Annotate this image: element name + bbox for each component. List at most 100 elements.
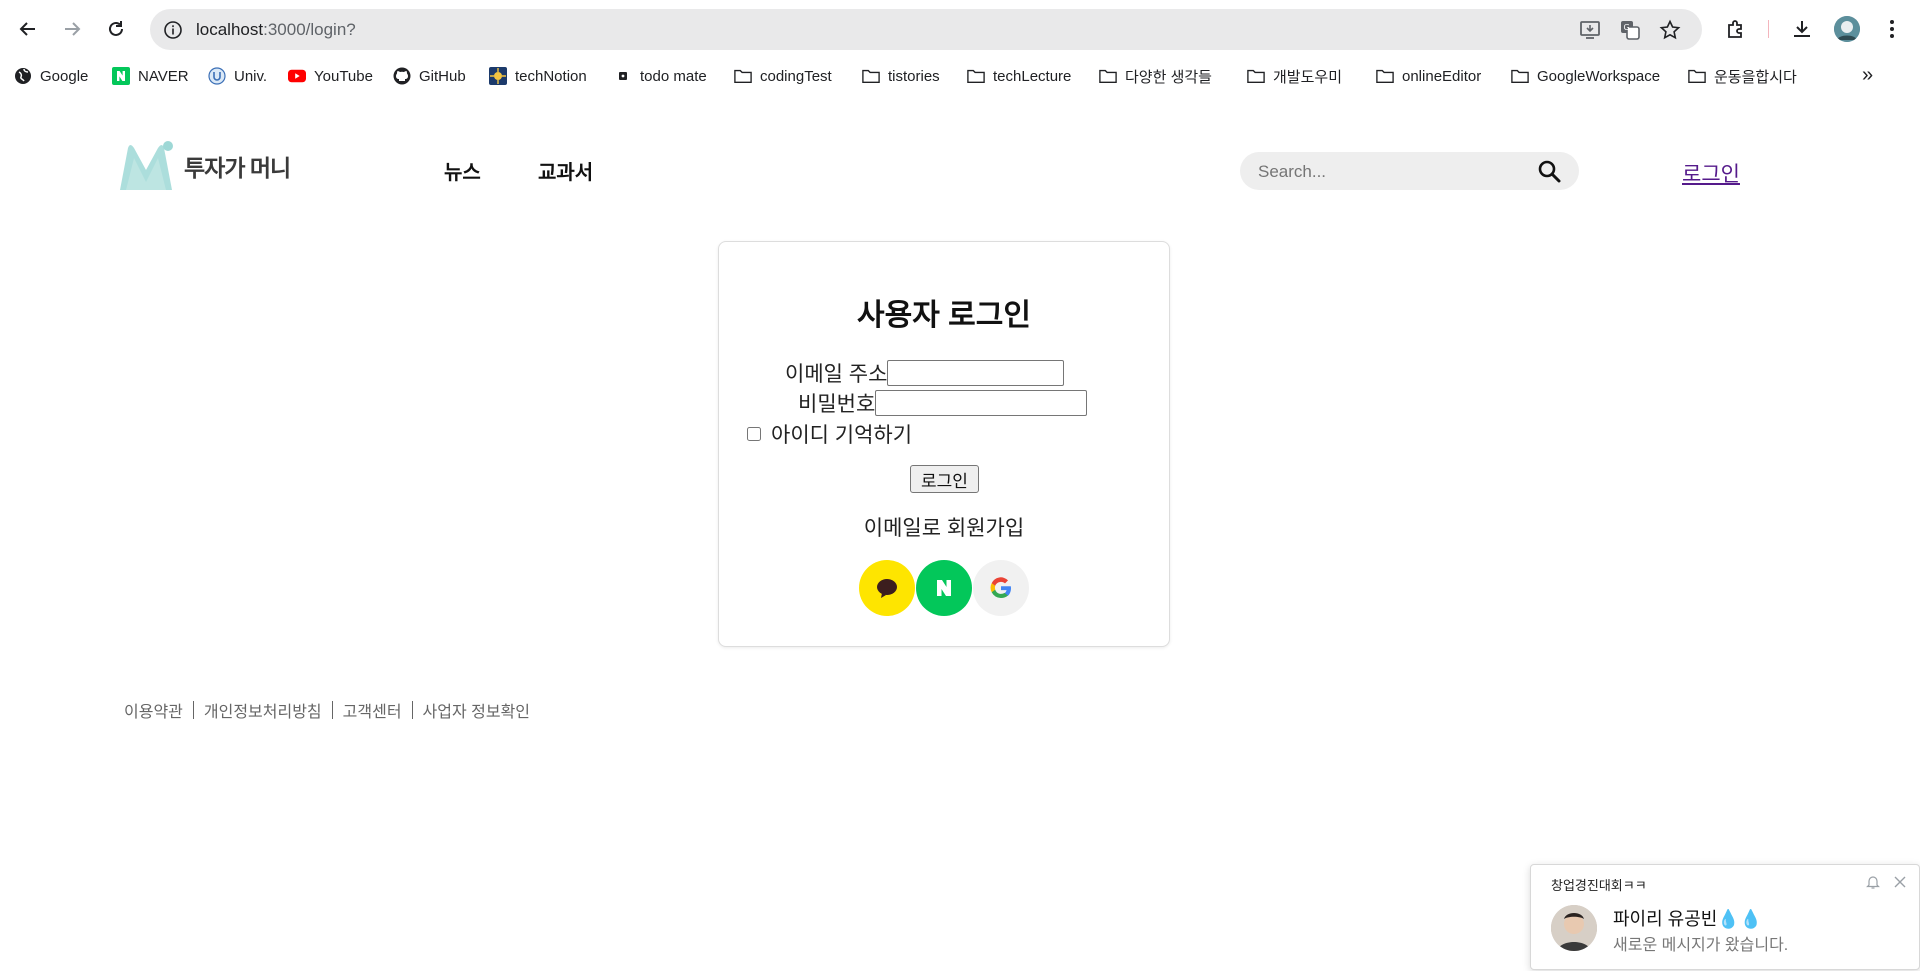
notification-title: 파이리 유공빈💧💧 — [1613, 909, 1763, 929]
reload-button[interactable] — [102, 15, 130, 43]
notification-body: 새로운 메시지가 왔습니다. — [1613, 937, 1789, 954]
bookmarks-overflow-button[interactable]: » — [1862, 64, 1873, 87]
bookmark-label: Google — [40, 67, 89, 85]
bookmark-label: codingTest — [760, 67, 832, 85]
google-g-icon — [990, 577, 1011, 599]
google-login-button[interactable] — [973, 560, 1029, 616]
folder-icon — [862, 67, 880, 85]
bookmark-naver[interactable]: NAVER — [112, 62, 189, 90]
bookmark-github[interactable]: GitHub — [393, 62, 466, 90]
google-globe-icon — [14, 67, 32, 85]
extensions-button[interactable] — [1722, 15, 1750, 43]
nav-textbook[interactable]: 교과서 — [538, 156, 593, 185]
bookmark-folder-devhelper[interactable]: 개발도우미 — [1247, 62, 1342, 90]
browser-toolbar: localhost:3000/login? G — [0, 0, 1920, 58]
bookmark-label: techNotion — [515, 67, 587, 85]
bookmark-todomate[interactable]: todo mate — [614, 62, 707, 90]
browser-menu-button[interactable] — [1878, 15, 1906, 43]
bookmark-label: onlineEditor — [1402, 67, 1482, 85]
header-login-link[interactable]: 로그인 — [1682, 158, 1740, 188]
arrow-right-icon — [65, 22, 81, 36]
bookmark-univ[interactable]: Univ. — [208, 62, 267, 90]
bookmark-folder-googleworkspace[interactable]: GoogleWorkspace — [1511, 62, 1660, 90]
remember-row: 아이디 기억하기 — [747, 419, 912, 449]
todomate-icon — [614, 67, 632, 85]
bookmark-label: todo mate — [640, 67, 707, 85]
bookmarks-bar: Google NAVER Univ. YouTube GitHub techNo… — [0, 62, 1920, 92]
bookmark-folder-tistories[interactable]: tistories — [862, 62, 940, 90]
bookmark-label: Univ. — [234, 67, 268, 85]
bookmark-label: GoogleWorkspace — [1537, 67, 1661, 85]
remember-label: 아이디 기억하기 — [771, 424, 913, 447]
password-label: 비밀번호 — [798, 393, 876, 416]
url-host: localhost — [196, 20, 264, 39]
search-input[interactable] — [1256, 160, 1540, 184]
bookmark-google[interactable]: Google — [14, 62, 88, 90]
folder-icon — [734, 67, 752, 85]
site-info-icon[interactable] — [162, 19, 184, 41]
forward-button[interactable] — [58, 15, 86, 43]
bell-icon[interactable] — [1865, 874, 1881, 890]
profile-avatar[interactable] — [1834, 16, 1860, 42]
site-logo[interactable]: 투자가 머니 — [118, 140, 291, 192]
bookmark-technotion[interactable]: techNotion — [489, 62, 587, 90]
search-icon[interactable] — [1536, 158, 1562, 184]
email-field[interactable] — [887, 360, 1065, 386]
toolbar-divider — [1768, 20, 1769, 38]
bookmark-folder-codingtest[interactable]: codingTest — [734, 62, 832, 90]
naver-n-icon — [937, 580, 951, 596]
close-icon[interactable] — [1891, 873, 1909, 891]
bookmark-label: GitHub — [419, 67, 466, 85]
folder-icon — [1688, 67, 1706, 85]
page-title: 사용자 로그인 — [857, 299, 1031, 332]
footer-terms-link[interactable]: 이용약관 — [124, 698, 183, 722]
back-button[interactable] — [14, 15, 42, 43]
folder-icon — [967, 67, 985, 85]
bookmark-label: 개발도우미 — [1273, 68, 1343, 86]
reload-icon — [109, 21, 123, 36]
naver-login-button[interactable] — [916, 560, 972, 616]
arrow-left-icon — [19, 22, 35, 36]
email-label: 이메일 주소 — [785, 363, 888, 386]
login-card: 사용자 로그인 이메일 주소 비밀번호 아이디 기억하기 로그인 이메일로 회원… — [718, 241, 1170, 647]
email-signup-link[interactable]: 이메일로 회원가입 — [719, 512, 1169, 542]
univ-icon — [208, 67, 226, 85]
footer-privacy-link[interactable]: 개인정보처리방침 — [204, 698, 322, 722]
bookmark-label: NAVER — [138, 67, 189, 85]
logo-text: 투자가 머니 — [184, 155, 291, 181]
technotion-icon — [489, 67, 507, 85]
bookmark-youtube[interactable]: YouTube — [288, 62, 373, 90]
site-footer: 이용약관 개인정보처리방침 고객센터 사업자 정보확인 — [124, 698, 530, 722]
bookmark-label: tistories — [888, 67, 940, 85]
url-text[interactable]: localhost:3000/login? — [196, 20, 356, 40]
nav-news[interactable]: 뉴스 — [444, 156, 481, 185]
folder-icon — [1511, 67, 1529, 85]
bookmark-label: 다양한 생각들 — [1125, 68, 1212, 86]
github-icon — [393, 67, 411, 85]
bookmark-star-icon[interactable] — [1658, 18, 1682, 42]
url-path: :3000/login? — [263, 20, 356, 39]
puzzle-icon — [1728, 20, 1742, 38]
folder-icon — [1376, 67, 1394, 85]
address-bar[interactable]: localhost:3000/login? G — [150, 9, 1702, 50]
bookmark-folder-techlecture[interactable]: techLecture — [967, 62, 1071, 90]
folder-icon — [1247, 67, 1265, 85]
password-field[interactable] — [875, 390, 1088, 416]
login-submit-button[interactable]: 로그인 — [910, 465, 979, 493]
money-logo-icon — [120, 141, 173, 190]
install-app-icon[interactable] — [1578, 18, 1602, 42]
bookmark-folder-onlineeditor[interactable]: onlineEditor — [1376, 62, 1481, 90]
footer-business-info-link[interactable]: 사업자 정보확인 — [423, 698, 531, 722]
kakao-login-button[interactable] — [859, 560, 915, 616]
svg-text:G: G — [1624, 23, 1630, 32]
downloads-button[interactable] — [1788, 15, 1816, 43]
footer-support-link[interactable]: 고객센터 — [343, 698, 402, 722]
translate-icon[interactable]: G — [1618, 18, 1642, 42]
browser-chrome: localhost:3000/login? G Google NAVER Uni… — [0, 0, 1920, 97]
folder-icon — [1099, 67, 1117, 85]
message-notification[interactable]: 창업경진대회ㅋㅋ 파이리 유공빈💧💧 새로운 메시지가 왔습니다. — [1530, 864, 1920, 970]
kebab-menu-icon — [1890, 20, 1894, 38]
bookmark-folder-exercise[interactable]: 운동을합시다 — [1688, 62, 1797, 90]
bookmark-folder-thoughts[interactable]: 다양한 생각들 — [1099, 62, 1212, 90]
remember-checkbox[interactable] — [747, 427, 761, 441]
